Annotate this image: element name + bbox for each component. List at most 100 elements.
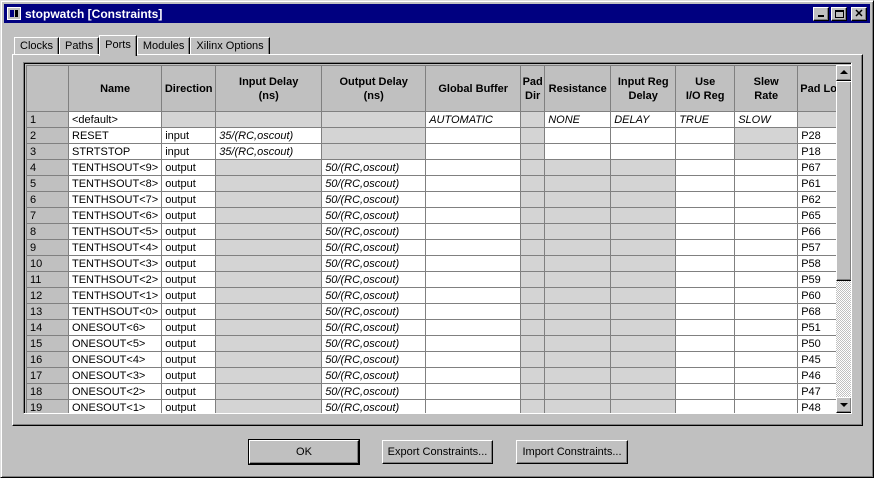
- cell-input-reg-delay[interactable]: [610, 207, 677, 224]
- row-number[interactable]: 1: [26, 111, 69, 128]
- tab-modules[interactable]: Modules: [136, 37, 191, 55]
- table-row[interactable]: 8 TENTHSOUT<5> output 50/(RC,oscout) P66: [26, 223, 847, 240]
- cell-global-buffer[interactable]: [425, 399, 522, 413]
- cell-use-io-reg[interactable]: [675, 319, 736, 336]
- cell-input-delay[interactable]: [215, 383, 323, 400]
- cell-input-reg-delay[interactable]: [610, 319, 677, 336]
- cell-name[interactable]: TENTHSOUT<3>: [67, 255, 163, 272]
- cell-input-delay[interactable]: [215, 159, 323, 176]
- cell-direction[interactable]: output: [161, 255, 217, 272]
- cell-global-buffer[interactable]: [425, 303, 522, 320]
- cell-pad-dir[interactable]: [520, 191, 546, 208]
- cell-direction[interactable]: output: [161, 191, 217, 208]
- cell-input-delay[interactable]: [215, 351, 323, 368]
- row-number[interactable]: 15: [26, 335, 69, 352]
- cell-slew-rate[interactable]: [734, 383, 799, 400]
- row-number[interactable]: 16: [26, 351, 69, 368]
- cell-direction[interactable]: output: [161, 239, 217, 256]
- cell-input-delay[interactable]: [215, 111, 323, 128]
- export-constraints-button[interactable]: Export Constraints...: [382, 440, 493, 464]
- cell-input-reg-delay[interactable]: [610, 191, 677, 208]
- cell-input-delay[interactable]: [215, 223, 323, 240]
- cell-input-delay[interactable]: 35/(RC,oscout): [215, 143, 323, 160]
- cell-input-delay[interactable]: [215, 303, 323, 320]
- table-row[interactable]: 14 ONESOUT<6> output 50/(RC,oscout) P51: [26, 319, 847, 336]
- cell-slew-rate[interactable]: [734, 191, 799, 208]
- cell-resistance[interactable]: [544, 271, 612, 288]
- cell-resistance[interactable]: [544, 191, 612, 208]
- cell-global-buffer[interactable]: [425, 191, 522, 208]
- cell-input-reg-delay[interactable]: DELAY: [610, 111, 677, 128]
- cell-input-delay[interactable]: [215, 207, 323, 224]
- cell-output-delay[interactable]: 50/(RC,oscout): [321, 335, 427, 352]
- cell-direction[interactable]: output: [161, 367, 217, 384]
- cell-slew-rate[interactable]: [734, 207, 799, 224]
- cell-slew-rate[interactable]: [734, 175, 799, 192]
- table-row[interactable]: 16 ONESOUT<4> output 50/(RC,oscout) P45: [26, 351, 847, 368]
- tab-ports[interactable]: Ports: [99, 35, 137, 56]
- minimize-button[interactable]: [813, 6, 829, 21]
- tab-xilinx-options[interactable]: Xilinx Options: [190, 37, 270, 55]
- cell-use-io-reg[interactable]: [675, 367, 736, 384]
- cell-input-delay[interactable]: [215, 319, 323, 336]
- cell-global-buffer[interactable]: [425, 367, 522, 384]
- cell-input-delay[interactable]: [215, 287, 323, 304]
- cell-slew-rate[interactable]: [734, 351, 799, 368]
- column-header[interactable]: Input Reg Delay: [610, 65, 677, 112]
- cell-resistance[interactable]: [544, 335, 612, 352]
- cell-resistance[interactable]: [544, 303, 612, 320]
- cell-input-reg-delay[interactable]: [610, 223, 677, 240]
- cell-slew-rate[interactable]: [734, 255, 799, 272]
- title-bar[interactable]: stopwatch [Constraints] ✕: [4, 4, 870, 23]
- cell-resistance[interactable]: [544, 351, 612, 368]
- row-number[interactable]: 12: [26, 287, 69, 304]
- cell-output-delay[interactable]: 50/(RC,oscout): [321, 175, 427, 192]
- cell-resistance[interactable]: [544, 127, 612, 144]
- cell-output-delay[interactable]: 50/(RC,oscout): [321, 159, 427, 176]
- cell-input-delay[interactable]: [215, 367, 323, 384]
- column-header[interactable]: Input Delay (ns): [215, 65, 323, 112]
- cell-resistance[interactable]: [544, 255, 612, 272]
- cell-output-delay[interactable]: 50/(RC,oscout): [321, 271, 427, 288]
- cell-output-delay[interactable]: 50/(RC,oscout): [321, 191, 427, 208]
- cell-output-delay[interactable]: 50/(RC,oscout): [321, 383, 427, 400]
- cell-use-io-reg[interactable]: [675, 239, 736, 256]
- cell-resistance[interactable]: [544, 287, 612, 304]
- column-header[interactable]: Resistance: [544, 65, 612, 112]
- cell-output-delay[interactable]: 50/(RC,oscout): [321, 223, 427, 240]
- cell-name[interactable]: TENTHSOUT<6>: [67, 207, 163, 224]
- cell-direction[interactable]: output: [161, 287, 217, 304]
- cell-global-buffer[interactable]: [425, 159, 522, 176]
- cell-input-reg-delay[interactable]: [610, 159, 677, 176]
- cell-slew-rate[interactable]: [734, 223, 799, 240]
- cell-name[interactable]: TENTHSOUT<7>: [67, 191, 163, 208]
- cell-input-reg-delay[interactable]: [610, 367, 677, 384]
- table-row[interactable]: 18 ONESOUT<2> output 50/(RC,oscout) P47: [26, 383, 847, 400]
- table-row[interactable]: 11 TENTHSOUT<2> output 50/(RC,oscout) P59: [26, 271, 847, 288]
- cell-input-delay[interactable]: [215, 399, 323, 413]
- cell-output-delay[interactable]: [321, 127, 427, 144]
- cell-direction[interactable]: output: [161, 303, 217, 320]
- cell-output-delay[interactable]: [321, 111, 427, 128]
- cell-resistance[interactable]: [544, 223, 612, 240]
- table-row[interactable]: 13 TENTHSOUT<0> output 50/(RC,oscout) P68: [26, 303, 847, 320]
- table-row[interactable]: 15 ONESOUT<5> output 50/(RC,oscout) P50: [26, 335, 847, 352]
- cell-input-reg-delay[interactable]: [610, 287, 677, 304]
- cell-use-io-reg[interactable]: [675, 159, 736, 176]
- row-number[interactable]: 11: [26, 271, 69, 288]
- cell-use-io-reg[interactable]: [675, 271, 736, 288]
- grid-corner[interactable]: [26, 65, 69, 112]
- cell-pad-dir[interactable]: [520, 399, 546, 413]
- cell-input-reg-delay[interactable]: [610, 351, 677, 368]
- row-number[interactable]: 19: [26, 399, 69, 413]
- cell-use-io-reg[interactable]: [675, 223, 736, 240]
- row-number[interactable]: 14: [26, 319, 69, 336]
- cell-input-delay[interactable]: 35/(RC,oscout): [215, 127, 323, 144]
- cell-pad-dir[interactable]: [520, 319, 546, 336]
- row-number[interactable]: 7: [26, 207, 69, 224]
- cell-global-buffer[interactable]: [425, 239, 522, 256]
- cell-name[interactable]: TENTHSOUT<4>: [67, 239, 163, 256]
- row-number[interactable]: 18: [26, 383, 69, 400]
- cell-global-buffer[interactable]: [425, 383, 522, 400]
- row-number[interactable]: 10: [26, 255, 69, 272]
